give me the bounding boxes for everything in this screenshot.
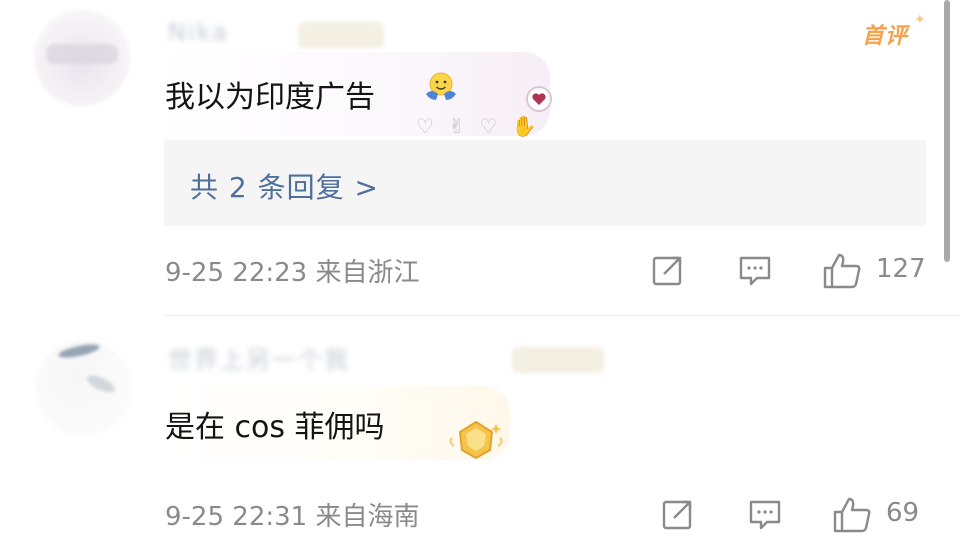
comment-time-location: 9-25 22:23 来自浙江 bbox=[165, 258, 420, 288]
comment-icon[interactable] bbox=[747, 496, 783, 532]
comment-item: Nika 首评 ✦ 我以为印度广告 ♡ ✌ ♡ ✋ 共 2 条回复 > 9-25… bbox=[0, 0, 960, 315]
avatar[interactable] bbox=[34, 10, 130, 106]
heart-ring-icon bbox=[526, 86, 552, 112]
comment-time-location: 9-25 22:31 来自海南 bbox=[165, 502, 420, 532]
like-count: 69 bbox=[886, 498, 920, 528]
gem-badge-icon bbox=[449, 420, 503, 460]
hand-gesture-icon: ♡ ✌ ♡ ✋ bbox=[416, 114, 541, 138]
share-icon[interactable] bbox=[650, 252, 686, 288]
reply-summary-label: 共 2 条回复 > bbox=[190, 171, 379, 204]
reply-summary-button[interactable]: 共 2 条回复 > bbox=[164, 140, 926, 226]
username[interactable]: 世界上另一个我 bbox=[168, 340, 350, 375]
first-comment-tag: 首评 bbox=[862, 24, 909, 49]
user-badge bbox=[298, 22, 384, 48]
share-icon[interactable] bbox=[660, 496, 696, 532]
thumbs-up-icon[interactable] bbox=[822, 252, 862, 290]
like-count: 127 bbox=[876, 254, 926, 284]
avatar[interactable] bbox=[36, 340, 132, 436]
comment-text: 我以为印度广告 bbox=[165, 80, 375, 115]
comment-text: 是在 cos 菲佣吗 bbox=[165, 410, 385, 445]
sparkle-icon: ✦ bbox=[914, 12, 926, 28]
username[interactable]: Nika bbox=[168, 18, 229, 46]
scrollbar[interactable] bbox=[944, 0, 950, 262]
user-badge bbox=[512, 347, 604, 373]
thumbs-up-icon[interactable] bbox=[832, 496, 872, 534]
hug-emoji-icon bbox=[426, 72, 456, 100]
comment-icon[interactable] bbox=[737, 252, 773, 288]
